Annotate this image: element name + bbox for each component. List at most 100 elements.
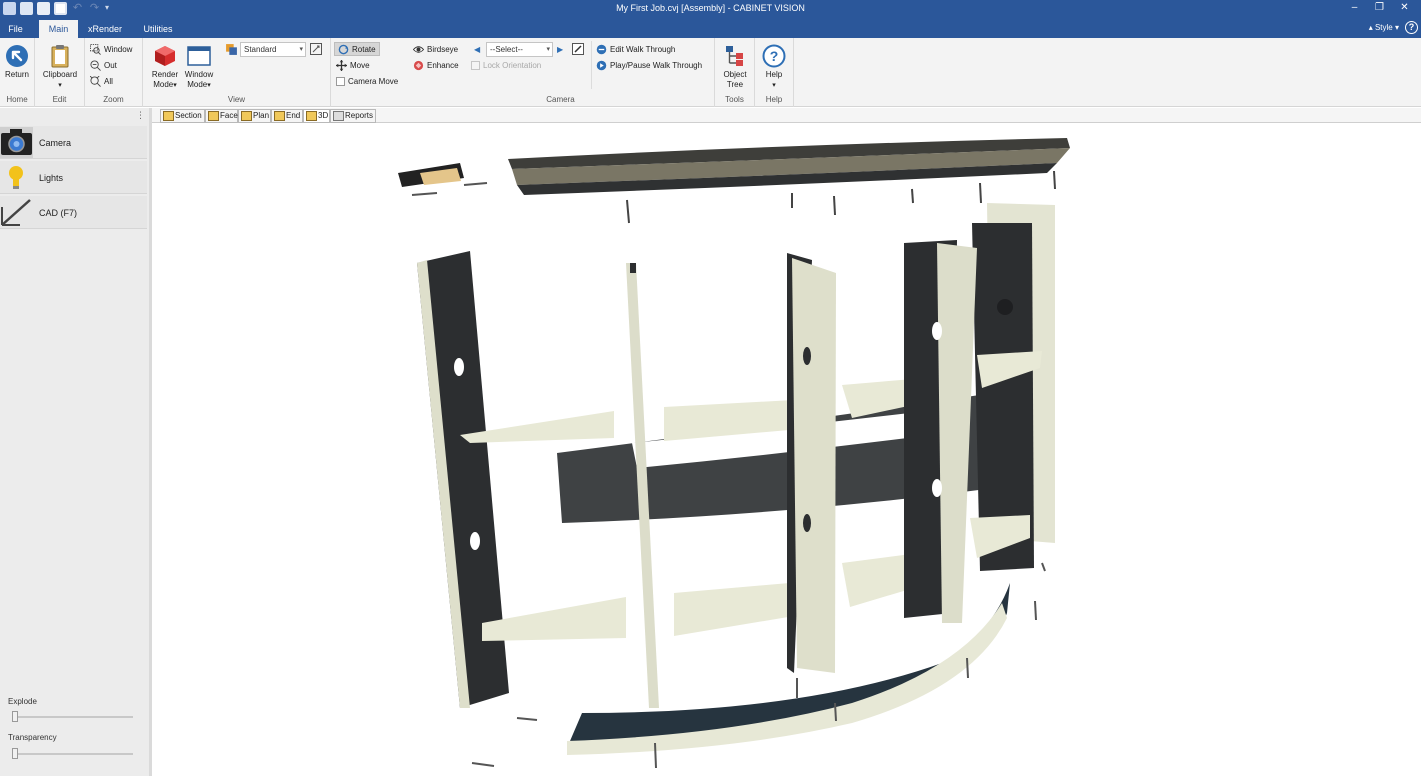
group-label-home: Home: [6, 95, 28, 104]
transparency-slider-thumb[interactable]: [12, 748, 18, 759]
dropdown-arrow-icon: ▾: [772, 82, 776, 89]
face-view-icon: [208, 110, 219, 121]
clipboard-button[interactable]: Clipboard ▾: [39, 44, 81, 91]
explode-slider-thumb[interactable]: [12, 711, 18, 722]
previous-view-button[interactable]: ◀: [474, 43, 480, 57]
window-title: My First Job.cvj [Assembly] - CABINET VI…: [616, 3, 805, 13]
zoom-all-label: All: [104, 77, 113, 86]
view-tab-face[interactable]: Face: [205, 109, 238, 123]
cabinet-3d-model[interactable]: [152, 123, 1421, 776]
svg-text:?: ?: [770, 48, 779, 64]
hole: [997, 299, 1013, 315]
lock-orientation-label: Lock Orientation: [483, 61, 542, 70]
view-tab-label: Section: [175, 111, 202, 120]
panel-options-icon[interactable]: ⋮: [136, 110, 145, 121]
minimize-icon[interactable]: –: [1342, 0, 1367, 18]
window-controls: – ❐ ✕: [1342, 0, 1417, 18]
help-button[interactable]: ? Help ▾: [759, 44, 789, 91]
transparency-slider-track[interactable]: [13, 753, 133, 755]
checkbox-disabled: [471, 61, 480, 71]
style-select[interactable]: Standard ▾: [240, 42, 306, 57]
view-tab-reports[interactable]: Reports: [330, 109, 376, 123]
arrow-left-icon: ◀: [474, 45, 481, 54]
return-icon: [6, 45, 28, 67]
explode-label: Explode: [8, 697, 37, 706]
explode-slider-track[interactable]: [13, 716, 133, 718]
next-view-button[interactable]: ▶: [557, 43, 563, 57]
panel-item-label: CAD (F7): [39, 208, 77, 218]
edit-view-icon[interactable]: [572, 43, 584, 55]
style-edit-icon[interactable]: [310, 43, 322, 55]
3d-viewport[interactable]: [152, 123, 1421, 776]
style-select-value: Standard: [244, 45, 277, 54]
group-label-zoom: Zoom: [103, 95, 124, 104]
move-button[interactable]: Move: [336, 59, 370, 73]
help-question-icon[interactable]: ?: [1405, 21, 1418, 34]
tab-file[interactable]: File: [0, 20, 31, 38]
clipboard-label: Clipboard: [42, 70, 78, 79]
walk-play-icon: [596, 61, 607, 71]
right-partition: [904, 240, 977, 623]
zoom-out-icon: [90, 60, 101, 72]
edit-walk-through-label: Edit Walk Through: [610, 45, 676, 54]
render-mode-button[interactable]: Render Mode▾: [147, 44, 183, 91]
enhance-button[interactable]: Enhance: [413, 59, 459, 73]
group-tools: Object Tree Tools: [715, 38, 755, 107]
style-menu[interactable]: ▴ Style ▾: [1369, 23, 1399, 32]
view-tab-plan[interactable]: Plan: [238, 109, 271, 123]
help-icon: ?: [762, 44, 786, 68]
birdseye-button[interactable]: Birdseye: [413, 43, 458, 57]
play-pause-walk-through-button[interactable]: Play/Pause Walk Through: [596, 59, 702, 73]
enhance-icon: [413, 61, 424, 71]
view-tab-end[interactable]: End: [271, 109, 303, 123]
group-help: ? Help ▾ Help: [755, 38, 794, 107]
zoom-all-button[interactable]: All: [90, 75, 113, 89]
restore-icon[interactable]: ❐: [1367, 0, 1392, 18]
panel-item-cad[interactable]: CAD (F7): [0, 196, 147, 229]
transparency-label: Transparency: [8, 733, 57, 742]
camera-move-checkbox[interactable]: Camera Move: [336, 75, 398, 89]
help-label: Help: [765, 70, 783, 79]
panel-item-label: Lights: [39, 173, 64, 183]
group-label-view: View: [227, 95, 246, 104]
panel-item-camera[interactable]: Camera: [0, 126, 147, 159]
end-view-icon: [274, 110, 285, 121]
panel-item-lights[interactable]: Lights: [0, 161, 147, 194]
zoom-window-button[interactable]: Window: [90, 43, 132, 57]
clipboard-icon: [51, 45, 69, 68]
object-tree-button[interactable]: Object Tree: [718, 44, 752, 90]
rotate-icon: [338, 45, 349, 55]
object-tree-label: Object Tree: [723, 70, 747, 89]
edit-walk-through-button[interactable]: Edit Walk Through: [596, 43, 675, 57]
group-label-edit: Edit: [52, 95, 67, 104]
tab-utilities[interactable]: Utilities: [137, 20, 179, 38]
rotate-button[interactable]: Rotate: [334, 42, 380, 56]
lightbulb-icon: [9, 166, 23, 189]
left-panel: ⋮ Camera Lights CAD (F7) Explode Transpa…: [0, 108, 152, 776]
checkbox-unchecked[interactable]: [336, 77, 345, 87]
middle-partition: [787, 253, 836, 673]
render-cube-icon: [155, 46, 175, 66]
zoom-window-icon: [90, 44, 101, 56]
eye-icon: [413, 46, 424, 54]
return-button[interactable]: Return: [2, 44, 32, 80]
move-arrows-icon: [336, 60, 347, 72]
window-mode-button[interactable]: Window Mode▾: [181, 44, 217, 91]
dropdown-arrow-icon: ▾: [207, 82, 211, 89]
enhance-label: Enhance: [427, 61, 459, 70]
lock-orientation-checkbox[interactable]: Lock Orientation: [471, 59, 541, 73]
tab-main[interactable]: Main: [39, 20, 78, 38]
shelf: [482, 597, 626, 641]
zoom-out-button[interactable]: Out: [90, 59, 117, 73]
group-camera: Birdseye Enhance ◀ --Select-- ▾ ▶ Lock Or…: [407, 38, 715, 107]
style-menu-label: Style: [1374, 23, 1393, 32]
camera-view-select[interactable]: --Select-- ▾: [486, 42, 553, 57]
view-tab-label: End: [286, 111, 301, 120]
close-icon[interactable]: ✕: [1392, 0, 1417, 18]
view-tab-3d[interactable]: 3D: [303, 109, 330, 123]
tab-xrender[interactable]: xRender: [81, 20, 129, 38]
chevron-down-icon: ▾: [546, 46, 550, 53]
countertop: [508, 138, 1070, 195]
view-tab-section[interactable]: Section: [160, 109, 205, 123]
ribbon-tab-row: File Main xRender Utilities ▴ Style ▾ ?: [0, 18, 1421, 38]
